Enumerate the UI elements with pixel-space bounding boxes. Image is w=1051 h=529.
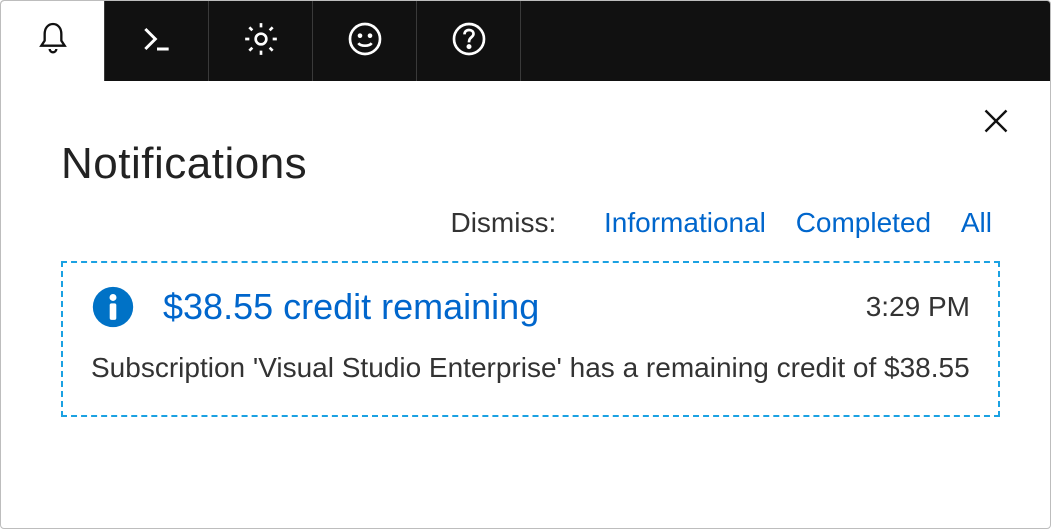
help-toolbar-button[interactable] [417, 1, 521, 81]
top-toolbar [1, 1, 1050, 81]
notifications-panel: Notifications Dismiss: Informational Com… [1, 81, 1050, 528]
cloudshell-toolbar-button[interactable] [105, 1, 209, 81]
notifications-toolbar-button[interactable] [1, 1, 105, 81]
notification-card[interactable]: $38.55 credit remaining 3:29 PM Subscrip… [61, 261, 1000, 417]
gear-icon [241, 19, 281, 64]
cloudshell-icon [137, 19, 177, 64]
close-icon [978, 126, 1014, 143]
notification-time: 3:29 PM [866, 291, 970, 323]
notification-header: $38.55 credit remaining 3:29 PM [91, 285, 970, 329]
smiley-icon [345, 19, 385, 64]
dismiss-informational-link[interactable]: Informational [604, 207, 766, 238]
dismiss-all-link[interactable]: All [961, 207, 992, 238]
settings-toolbar-button[interactable] [209, 1, 313, 81]
notification-body: Subscription 'Visual Studio Enterprise' … [91, 347, 970, 389]
bell-icon [33, 19, 73, 64]
dismiss-row: Dismiss: Informational Completed All [61, 207, 1000, 239]
feedback-toolbar-button[interactable] [313, 1, 417, 81]
notifications-window: Notifications Dismiss: Informational Com… [0, 0, 1051, 529]
help-icon [449, 19, 489, 64]
close-button[interactable] [978, 103, 1014, 144]
dismiss-completed-link[interactable]: Completed [796, 207, 931, 238]
dismiss-label: Dismiss: [450, 207, 556, 238]
notification-title[interactable]: $38.55 credit remaining [163, 286, 846, 328]
info-icon [91, 285, 135, 329]
panel-title: Notifications [61, 139, 1000, 189]
